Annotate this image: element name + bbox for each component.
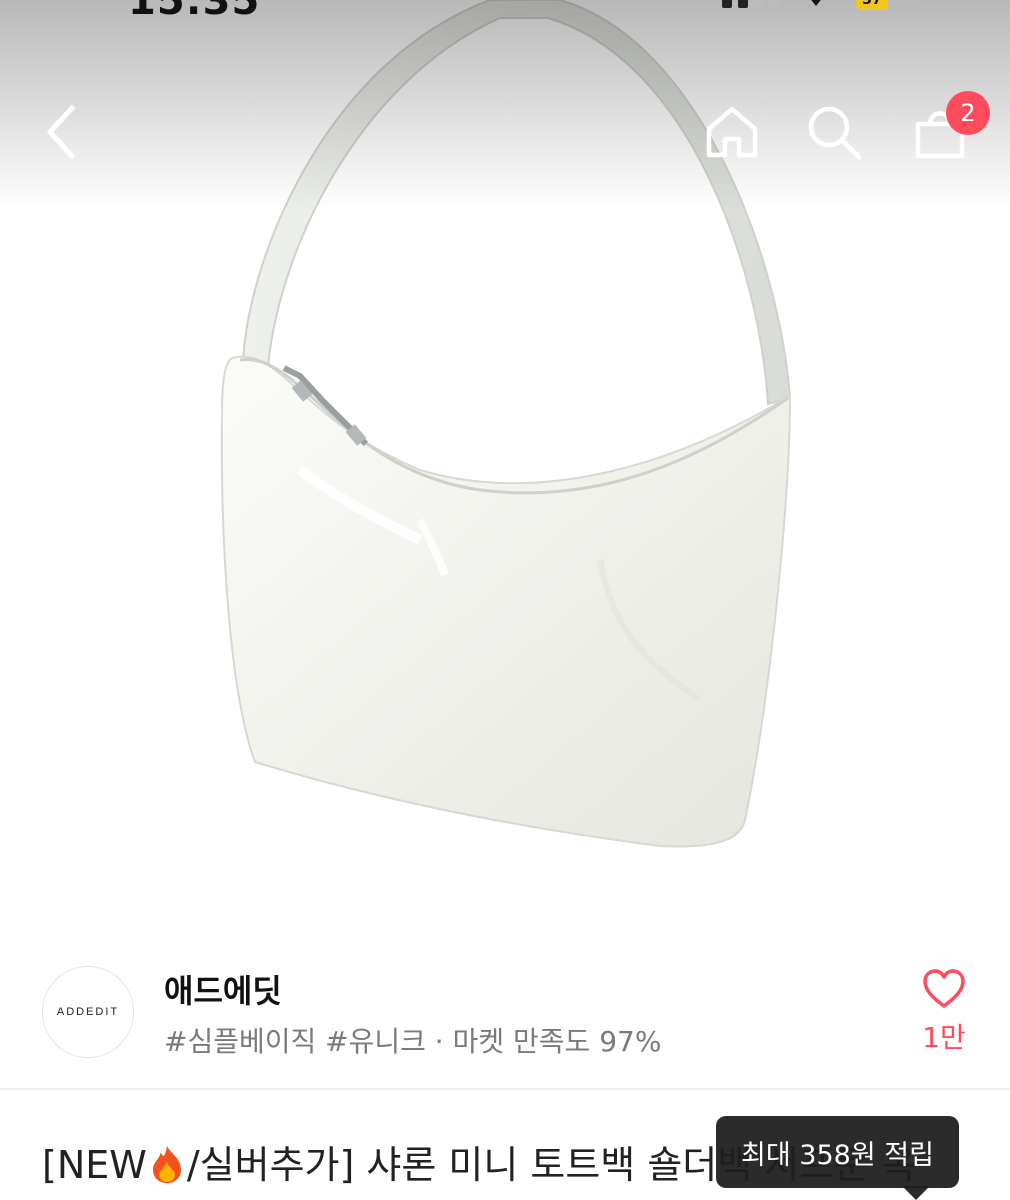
brand-name[interactable]: 애드에딧 [164,966,282,1012]
fire-icon [152,1146,181,1183]
back-button[interactable] [30,100,94,164]
like-count: 1만 [922,1021,966,1054]
wifi-icon [811,0,821,6]
divider [0,1088,1010,1090]
home-icon [706,106,758,158]
battery-level: 37 [856,0,888,10]
like-button[interactable] [916,964,972,1014]
chevron-left-icon [47,105,75,159]
cart-count-badge: 2 [946,91,990,135]
brand-tags: #심플베이직 #유니크 · 마켓 만족도 97% [164,1025,662,1058]
search-icon [808,106,862,160]
points-tooltip[interactable]: 최대 358원 적립 [716,1116,959,1188]
tooltip-arrow [902,1186,930,1200]
home-button[interactable] [700,100,764,164]
brand-row[interactable]: ADDEDIT 애드에딧 #심플베이직 #유니크 · 마켓 만족도 97% 1만 [0,950,1010,1086]
battery-icon: 37 [856,0,920,10]
search-button[interactable] [802,100,866,164]
heart-icon [923,969,965,1008]
status-time: 15:35 [128,0,261,24]
brand-logo[interactable]: ADDEDIT [42,966,134,1058]
signal-icon [722,0,780,8]
title-prefix: [NEW [42,1143,147,1187]
